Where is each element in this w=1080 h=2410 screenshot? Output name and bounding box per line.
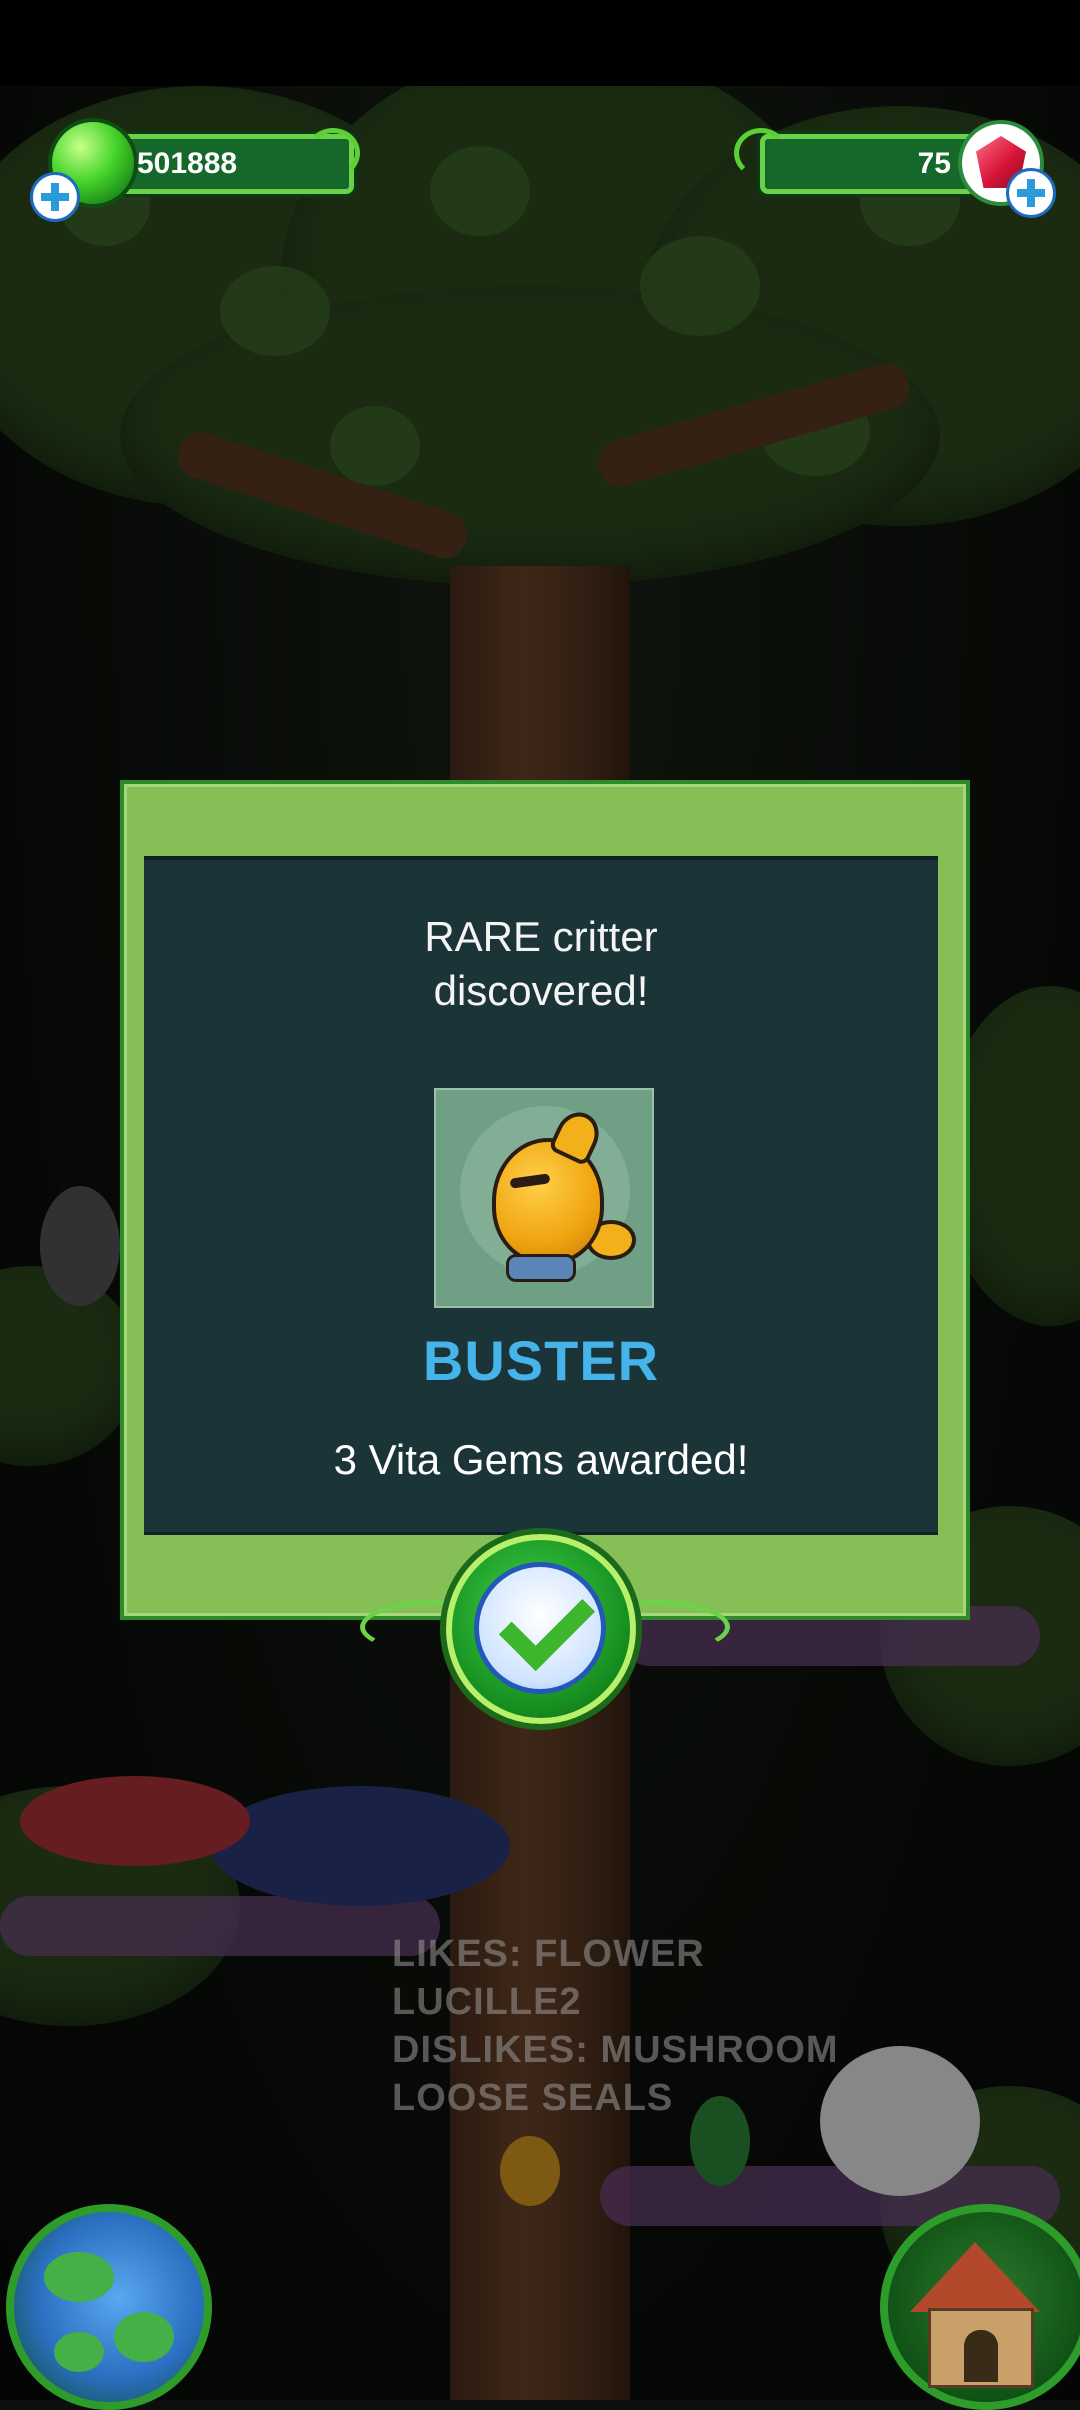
confirm-button[interactable] xyxy=(446,1534,636,1724)
house-button[interactable] xyxy=(880,2204,1080,2410)
likes-text: LIKES: FLOWER xyxy=(392,1933,705,1975)
dislikes-text: DISLIKES: MUSHROOM xyxy=(392,2029,839,2071)
dialog-title-line2: discovered! xyxy=(433,967,649,1014)
vine-icon xyxy=(734,128,788,178)
owner-text: LUCILLE2 xyxy=(392,1981,582,2023)
dialog-title-line1: RARE critter xyxy=(424,913,658,960)
gem-counter: 75 xyxy=(760,134,976,194)
dislikes-owner-text: LOOSE SEALS xyxy=(392,2077,674,2119)
globe-button[interactable] xyxy=(6,2204,212,2410)
critter-name: BUSTER xyxy=(422,1329,660,1392)
critter-info-text: LIKES: FLOWER LUCILLE2 DISLIKES: MUSHROO… xyxy=(392,1930,839,2122)
critter-portrait xyxy=(434,1088,654,1308)
dialog-title: RARE critter discovered! xyxy=(144,910,938,1018)
house-icon xyxy=(964,2330,998,2382)
vine-icon xyxy=(306,128,360,178)
gem-count: 75 xyxy=(917,147,951,180)
award-text: 3 Vita Gems awarded! xyxy=(333,1436,749,1483)
check-icon xyxy=(474,1562,606,1694)
add-gems-plus-icon[interactable] xyxy=(1006,168,1056,218)
add-fruit-plus-icon[interactable] xyxy=(30,172,80,222)
status-bar xyxy=(0,0,1080,86)
fruit-count: 501888 xyxy=(137,147,238,180)
